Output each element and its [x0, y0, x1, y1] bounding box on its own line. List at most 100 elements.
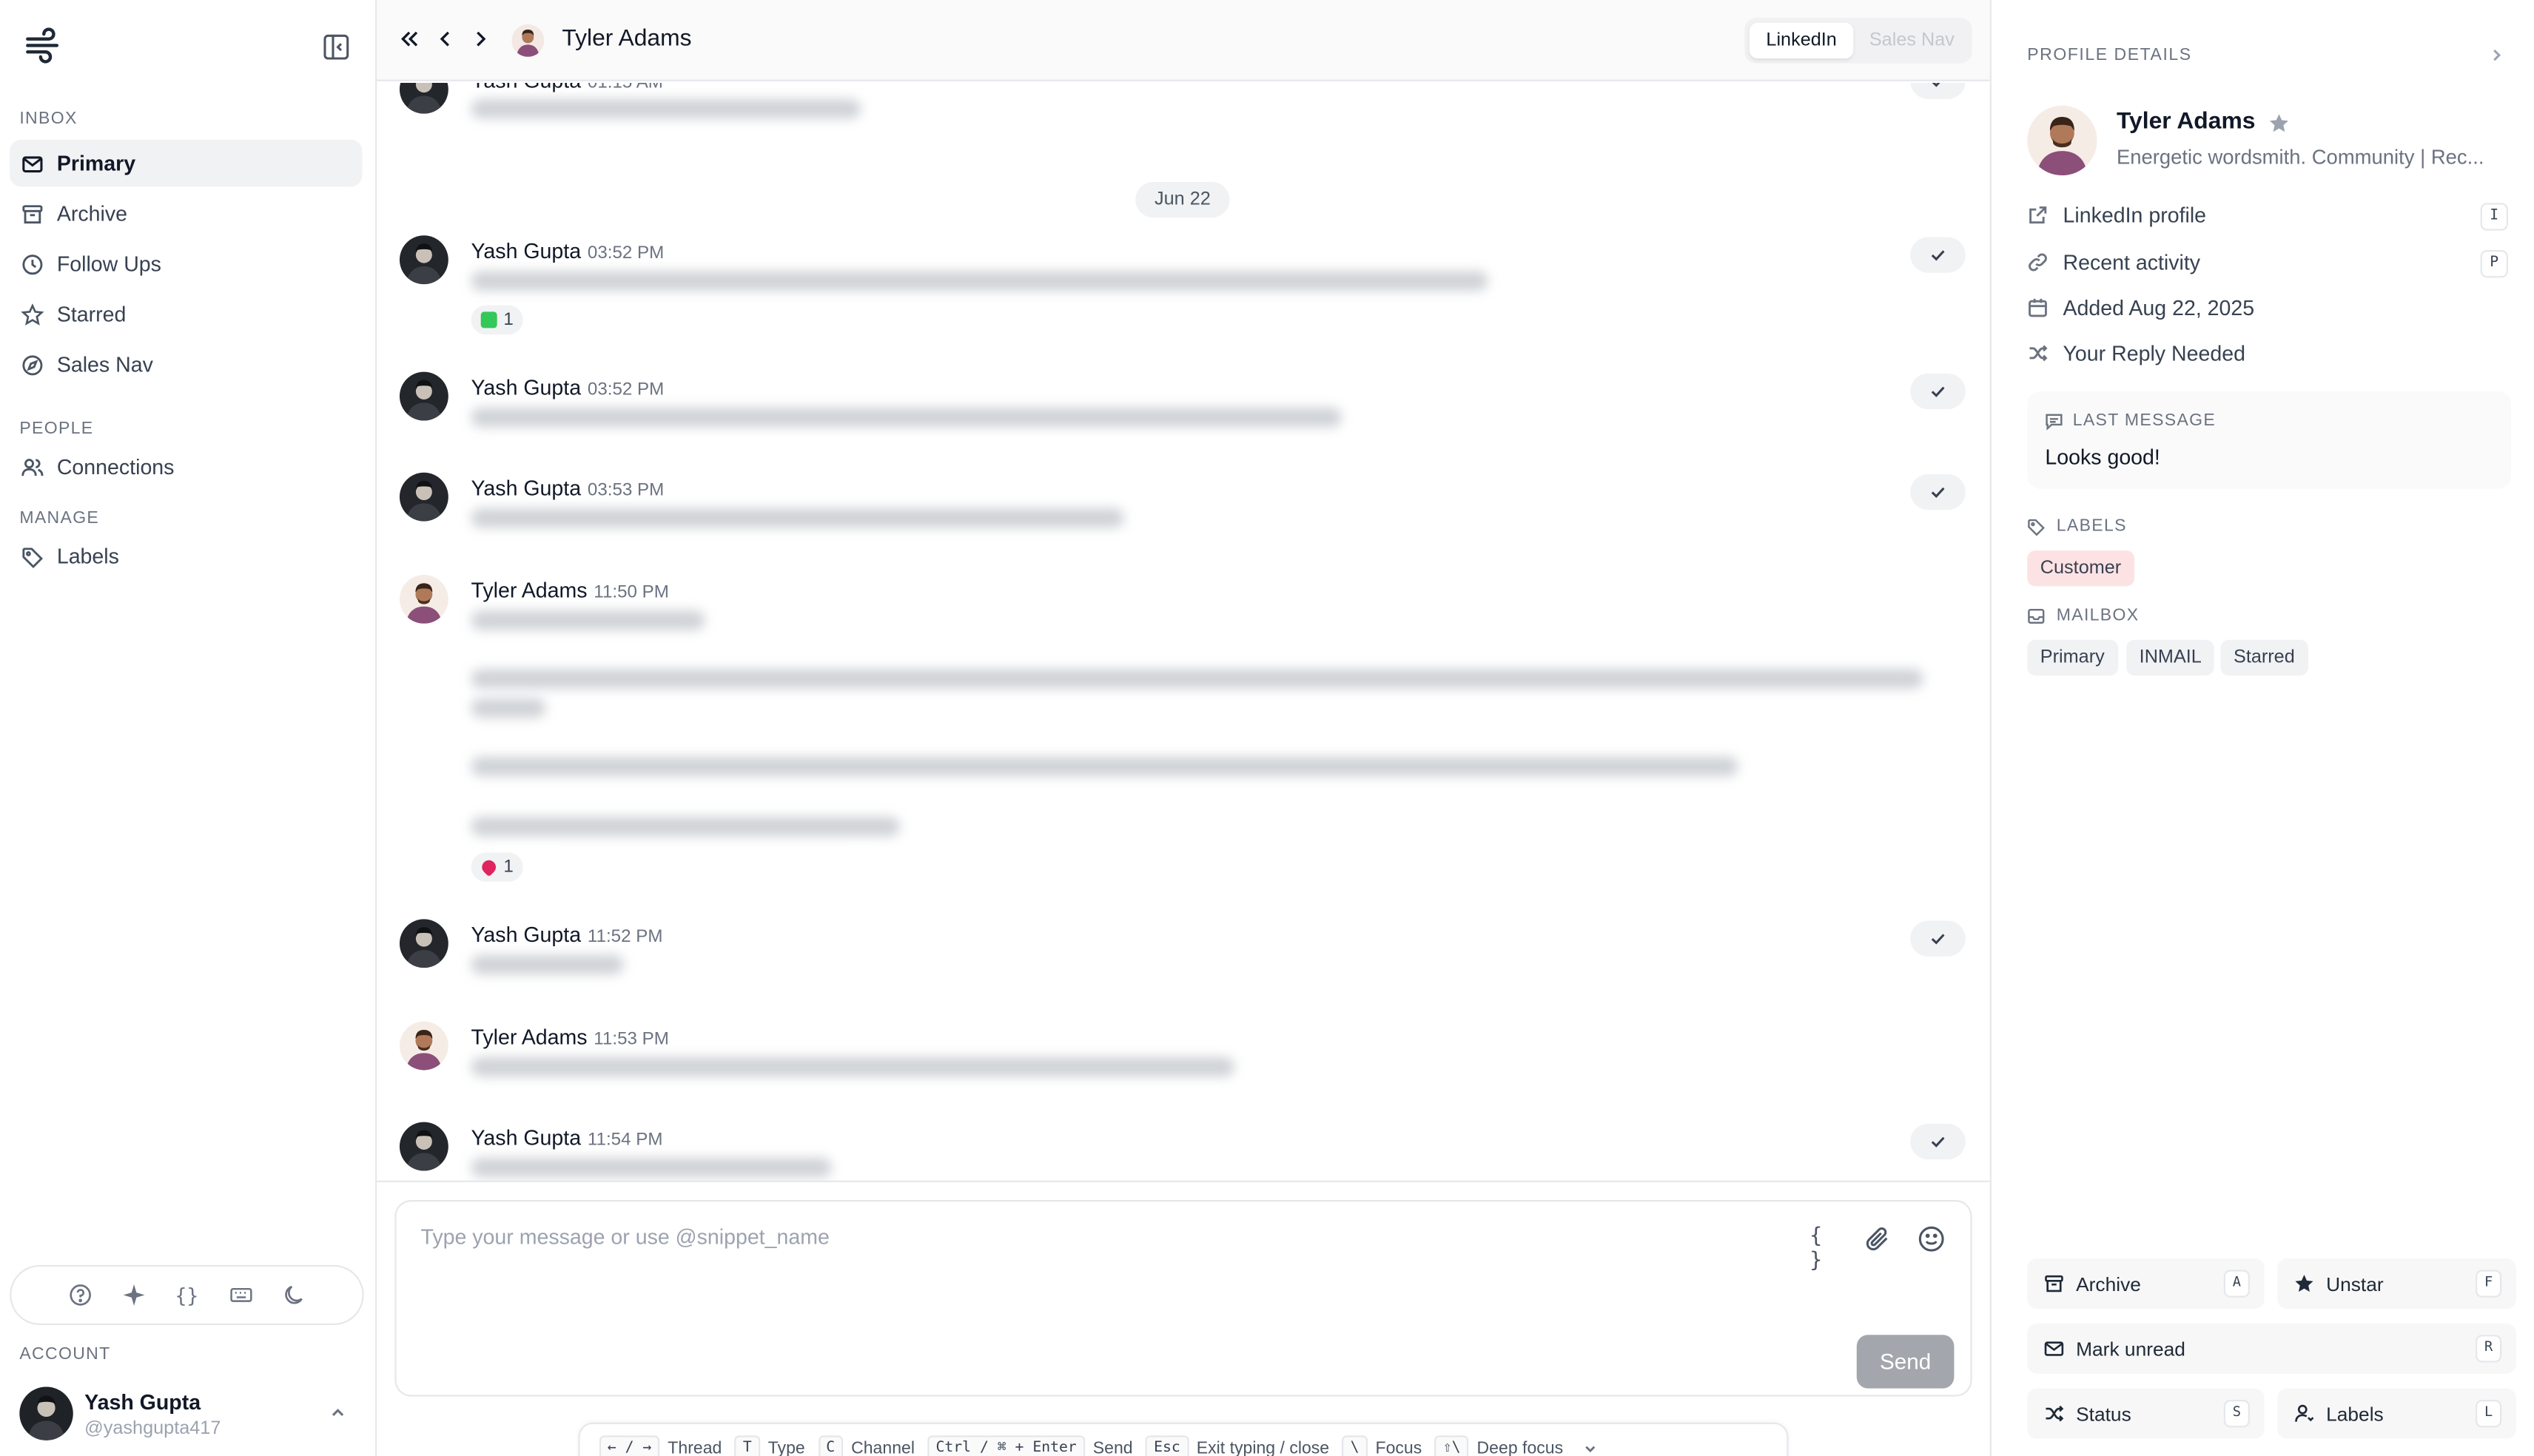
- shortcut-type: T Type: [734, 1435, 805, 1456]
- message-body-redacted: [471, 954, 624, 974]
- send-button[interactable]: Send: [1856, 1335, 1955, 1389]
- braces-icon[interactable]: {}: [172, 1281, 202, 1310]
- snippet-braces-icon[interactable]: { }: [1809, 1224, 1839, 1273]
- shortcut-key: C: [818, 1435, 844, 1456]
- shortcut-send: Ctrl / ⌘ + Enter Send: [927, 1435, 1133, 1456]
- sidebar-item-archive[interactable]: Archive: [10, 190, 362, 237]
- date-divider: Jun 22: [1135, 181, 1230, 218]
- link-icon: [2029, 253, 2047, 272]
- labels-button[interactable]: Labels L: [2277, 1388, 2516, 1439]
- users-icon: [21, 458, 44, 476]
- help-icon[interactable]: [65, 1281, 95, 1310]
- collapse-sidebar-icon[interactable]: [322, 33, 352, 62]
- star-filled-icon[interactable]: [2268, 112, 2291, 135]
- chevron-up-icon[interactable]: [328, 1403, 347, 1422]
- profile-row-label: Your Reply Needed: [2063, 340, 2245, 365]
- star-filled-icon: [2295, 1274, 2313, 1292]
- mailbox-chip-primary[interactable]: Primary: [2027, 639, 2118, 676]
- unstar-button[interactable]: Unstar F: [2277, 1258, 2516, 1310]
- message-body-redacted: [471, 98, 861, 119]
- message-time: 11:52 PM: [587, 927, 663, 947]
- sidebar-toolbox: {}: [10, 1264, 364, 1326]
- archive-button[interactable]: Archive A: [2027, 1258, 2265, 1310]
- message-composer[interactable]: Type your message or use @snippet_name {…: [394, 1200, 1972, 1397]
- status-button[interactable]: Status S: [2027, 1388, 2265, 1439]
- mailbox-heading: MAILBOX: [2027, 606, 2139, 625]
- contact-avatar[interactable]: [511, 24, 545, 57]
- moon-icon[interactable]: [280, 1281, 309, 1310]
- message-thread[interactable]: Yash Gupta 01:15 AM Jun 22 Yash Gupta03:5…: [377, 82, 1990, 1181]
- message-sender: Yash Gupta: [471, 83, 582, 92]
- profile-row-label: LinkedIn profile: [2063, 203, 2207, 228]
- message-body-redacted: [471, 1157, 832, 1178]
- sidebar-item-labels[interactable]: Labels: [10, 533, 362, 580]
- shortcut-key: \: [1342, 1435, 1368, 1456]
- shortcut-focus: \ Focus: [1342, 1435, 1422, 1456]
- channel-option-sales-nav[interactable]: Sales Nav: [1858, 23, 1966, 58]
- sidebar-item-primary[interactable]: Primary: [10, 139, 363, 187]
- message-time: 11:53 PM: [594, 1029, 669, 1049]
- reaction-count: 1: [503, 857, 514, 877]
- message-input[interactable]: Type your message or use @snippet_name: [420, 1224, 829, 1249]
- shortcut-deep-focus: ⇧\ Deep focus: [1434, 1435, 1563, 1456]
- action-label: Unstar: [2326, 1272, 2384, 1295]
- sparkle-icon[interactable]: [118, 1281, 148, 1310]
- shortcut-key: P: [2480, 250, 2508, 278]
- tag-icon: [2028, 518, 2045, 536]
- message-body-redacted: [471, 1056, 1235, 1077]
- sidebar-item-label: Follow Ups: [56, 252, 161, 277]
- message-time: 01:15 AM: [588, 83, 663, 92]
- chevron-right-icon[interactable]: [469, 27, 492, 50]
- shortcut-key: I: [2480, 203, 2508, 231]
- account-avatar[interactable]: [19, 1386, 73, 1440]
- message-sender: Yash Gupta: [471, 1125, 582, 1150]
- paperclip-icon[interactable]: [1863, 1224, 1893, 1254]
- chevron-left-icon[interactable]: [434, 27, 457, 50]
- keyboard-shortcuts-bar: ← / → Thread T Type C Channel Ctrl / ⌘ + En…: [578, 1422, 1789, 1456]
- shortcut-key: ⇧\: [1434, 1435, 1469, 1456]
- message-body-redacted: [471, 407, 1342, 428]
- shortcut-key: A: [2223, 1270, 2250, 1298]
- sidebar-item-connections[interactable]: Connections: [10, 443, 362, 491]
- section-people: PEOPLE: [19, 419, 94, 439]
- sidebar-item-starred[interactable]: Starred: [10, 291, 362, 338]
- labels-heading: LABELS: [2027, 516, 2127, 536]
- recent-activity-link[interactable]: Recent activity: [2027, 250, 2200, 274]
- profile-panel-title: PROFILE DETAILS: [2027, 45, 2192, 65]
- emoji-icon[interactable]: [1917, 1224, 1946, 1254]
- sidebar-item-sales-nav[interactable]: Sales Nav: [10, 341, 362, 388]
- mark-unread-button[interactable]: Mark unread R: [2027, 1323, 2516, 1374]
- chevron-right-icon[interactable]: [2487, 45, 2506, 64]
- calendar-icon: [2029, 298, 2047, 317]
- message-header: Yash Gupta 03:52 PM: [471, 375, 665, 400]
- sidebar-item-label: Primary: [56, 151, 136, 176]
- last-message-text: Looks good!: [2045, 445, 2160, 470]
- shuffle-icon: [2046, 1405, 2064, 1422]
- reaction-badge[interactable]: 1: [471, 305, 524, 335]
- sidebar-item-label: Starred: [56, 302, 127, 327]
- section-heading: MAILBOX: [2056, 605, 2140, 626]
- sent-check-icon: [1910, 82, 1966, 99]
- shortcut-key: Ctrl / ⌘ + Enter: [927, 1435, 1085, 1456]
- account-name: Yash Gupta: [84, 1389, 201, 1415]
- message-body-redacted: [471, 610, 705, 630]
- action-label: Mark unread: [2076, 1337, 2185, 1361]
- external-link-icon: [2029, 206, 2047, 224]
- channel-option-linkedin[interactable]: LinkedIn: [1749, 22, 1854, 59]
- chevrons-left-icon[interactable]: [398, 27, 421, 50]
- mail-icon: [22, 155, 43, 172]
- keyboard-icon[interactable]: [226, 1281, 255, 1310]
- sidebar-item-follow-ups[interactable]: Follow Ups: [10, 240, 362, 288]
- section-heading: LAST MESSAGE: [2072, 411, 2217, 431]
- app-logo-icon[interactable]: [24, 27, 64, 64]
- section-heading: LABELS: [2056, 516, 2127, 536]
- label-chip-customer[interactable]: Customer: [2027, 550, 2134, 587]
- shortcut-thread: ← / → Thread: [599, 1435, 722, 1456]
- linkedin-profile-link[interactable]: LinkedIn profile: [2027, 203, 2206, 227]
- reaction-badge[interactable]: 1: [471, 852, 524, 882]
- mailbox-chip-inmail[interactable]: INMAIL: [2126, 639, 2215, 676]
- sent-check-icon: [1910, 373, 1966, 410]
- chevron-down-icon[interactable]: [1582, 1440, 1599, 1456]
- shortcut-key: L: [2476, 1400, 2502, 1428]
- mailbox-chip-starred[interactable]: Starred: [2220, 639, 2308, 676]
